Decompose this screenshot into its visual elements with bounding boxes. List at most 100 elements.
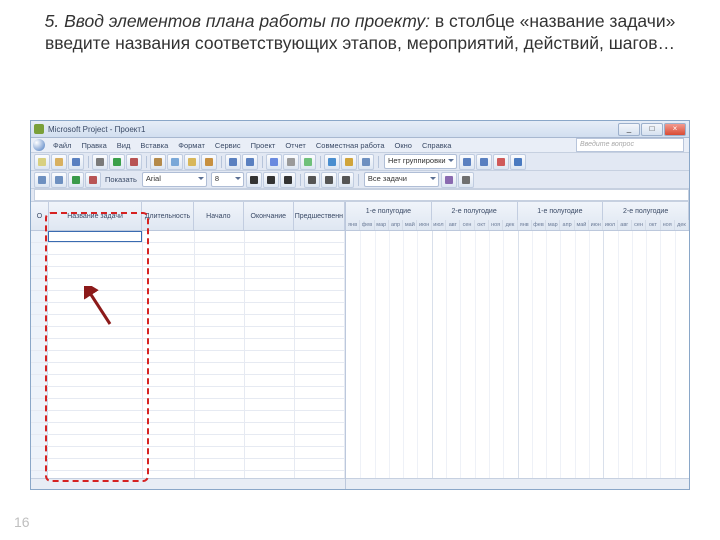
bold-icon[interactable]: [246, 172, 262, 188]
table-row[interactable]: [31, 243, 345, 255]
zoom-in-icon[interactable]: [459, 154, 475, 170]
table-row[interactable]: [31, 231, 345, 243]
unlink-tasks-icon[interactable]: [283, 154, 299, 170]
task-grid-body[interactable]: [31, 231, 345, 478]
gantt-body[interactable]: [346, 231, 689, 478]
align-center-icon[interactable]: [321, 172, 337, 188]
menu-view[interactable]: Вид: [112, 141, 136, 150]
timeline-tick: дек: [503, 220, 517, 230]
assign-resources-icon[interactable]: [358, 154, 374, 170]
spelling-icon[interactable]: [126, 154, 142, 170]
col-start[interactable]: Начало: [194, 202, 244, 230]
timeline-tick: апр: [560, 220, 574, 230]
table-row[interactable]: [31, 279, 345, 291]
table-row[interactable]: [31, 459, 345, 471]
col-finish[interactable]: Окончание: [244, 202, 294, 230]
split-task-icon[interactable]: [300, 154, 316, 170]
table-row[interactable]: [31, 291, 345, 303]
font-combo[interactable]: Arial: [142, 172, 207, 187]
table-row[interactable]: [31, 447, 345, 459]
save-icon[interactable]: [68, 154, 84, 170]
menu-project[interactable]: Проект: [246, 141, 281, 150]
align-left-icon[interactable]: [304, 172, 320, 188]
menu-window[interactable]: Окно: [390, 141, 417, 150]
menu-collab[interactable]: Совместная работа: [311, 141, 390, 150]
print-icon[interactable]: [92, 154, 108, 170]
table-row[interactable]: [31, 339, 345, 351]
gantt-scrollbar[interactable]: [346, 478, 689, 490]
autofilter-icon[interactable]: [441, 172, 457, 188]
table-row[interactable]: [31, 267, 345, 279]
paste-icon[interactable]: [184, 154, 200, 170]
table-row[interactable]: [31, 363, 345, 375]
table-row[interactable]: [31, 255, 345, 267]
menu-tools[interactable]: Сервис: [210, 141, 246, 150]
system-menu-icon[interactable]: [33, 139, 45, 151]
show-subtasks-icon[interactable]: [68, 172, 84, 188]
task-grid-scrollbar[interactable]: [31, 478, 345, 490]
table-row[interactable]: [31, 411, 345, 423]
maximize-button[interactable]: □: [641, 123, 663, 136]
timeline-halfyear[interactable]: 1-е полугодие: [518, 202, 604, 220]
align-right-icon[interactable]: [338, 172, 354, 188]
menu-help[interactable]: Справка: [417, 141, 456, 150]
table-row[interactable]: [31, 351, 345, 363]
timeline-tick: май: [403, 220, 417, 230]
hide-subtasks-icon[interactable]: [85, 172, 101, 188]
timeline-tick: ноя: [489, 220, 503, 230]
help-search-input[interactable]: Введите вопрос: [576, 138, 684, 152]
work-area: O Название задачи Длительность Начало Ок…: [31, 202, 689, 490]
gantt-wizard-icon[interactable]: [458, 172, 474, 188]
menu-edit[interactable]: Правка: [76, 141, 111, 150]
table-row[interactable]: [31, 423, 345, 435]
entry-bar[interactable]: [31, 189, 689, 202]
font-size-combo[interactable]: 8: [211, 172, 244, 187]
undo-icon[interactable]: [225, 154, 241, 170]
zoom-out-icon[interactable]: [476, 154, 492, 170]
group-by-combo[interactable]: Нет группировки: [384, 154, 457, 169]
col-info[interactable]: O: [31, 202, 49, 230]
cut-icon[interactable]: [150, 154, 166, 170]
print-preview-icon[interactable]: [109, 154, 125, 170]
filter-combo[interactable]: Все задачи: [364, 172, 439, 187]
new-icon[interactable]: [34, 154, 50, 170]
outdent-icon[interactable]: [34, 172, 50, 188]
page-number: 16: [14, 514, 30, 530]
format-painter-icon[interactable]: [201, 154, 217, 170]
menu-format[interactable]: Формат: [173, 141, 210, 150]
copy-icon[interactable]: [167, 154, 183, 170]
table-row[interactable]: [31, 327, 345, 339]
menu-insert[interactable]: Вставка: [135, 141, 173, 150]
menu-file[interactable]: Файл: [48, 141, 76, 150]
table-row[interactable]: [31, 471, 345, 478]
close-button[interactable]: ×: [664, 123, 686, 136]
task-notes-icon[interactable]: [341, 154, 357, 170]
app-icon: [34, 124, 44, 134]
table-row[interactable]: [31, 399, 345, 411]
table-row[interactable]: [31, 435, 345, 447]
timeline-tick: авг: [618, 220, 632, 230]
minimize-button[interactable]: _: [618, 123, 640, 136]
table-row[interactable]: [31, 303, 345, 315]
open-icon[interactable]: [51, 154, 67, 170]
redo-icon[interactable]: [242, 154, 258, 170]
col-predecessors[interactable]: Предшественн: [294, 202, 345, 230]
link-tasks-icon[interactable]: [266, 154, 282, 170]
col-duration[interactable]: Длительность: [142, 202, 194, 230]
timeline-tick: май: [575, 220, 589, 230]
italic-icon[interactable]: [263, 172, 279, 188]
timeline-halfyear[interactable]: 2-е полугодие: [432, 202, 518, 220]
task-info-icon[interactable]: [324, 154, 340, 170]
table-row[interactable]: [31, 387, 345, 399]
menu-report[interactable]: Отчет: [280, 141, 311, 150]
timeline-tick: июн: [589, 220, 603, 230]
table-row[interactable]: [31, 315, 345, 327]
underline-icon[interactable]: [280, 172, 296, 188]
ms-project-help-icon[interactable]: [510, 154, 526, 170]
indent-icon[interactable]: [51, 172, 67, 188]
timeline-halfyear[interactable]: 2-е полугодие: [603, 202, 689, 220]
col-task-name[interactable]: Название задачи: [49, 202, 142, 230]
table-row[interactable]: [31, 375, 345, 387]
timeline-halfyear[interactable]: 1-е полугодие: [346, 202, 432, 220]
goto-selected-icon[interactable]: [493, 154, 509, 170]
